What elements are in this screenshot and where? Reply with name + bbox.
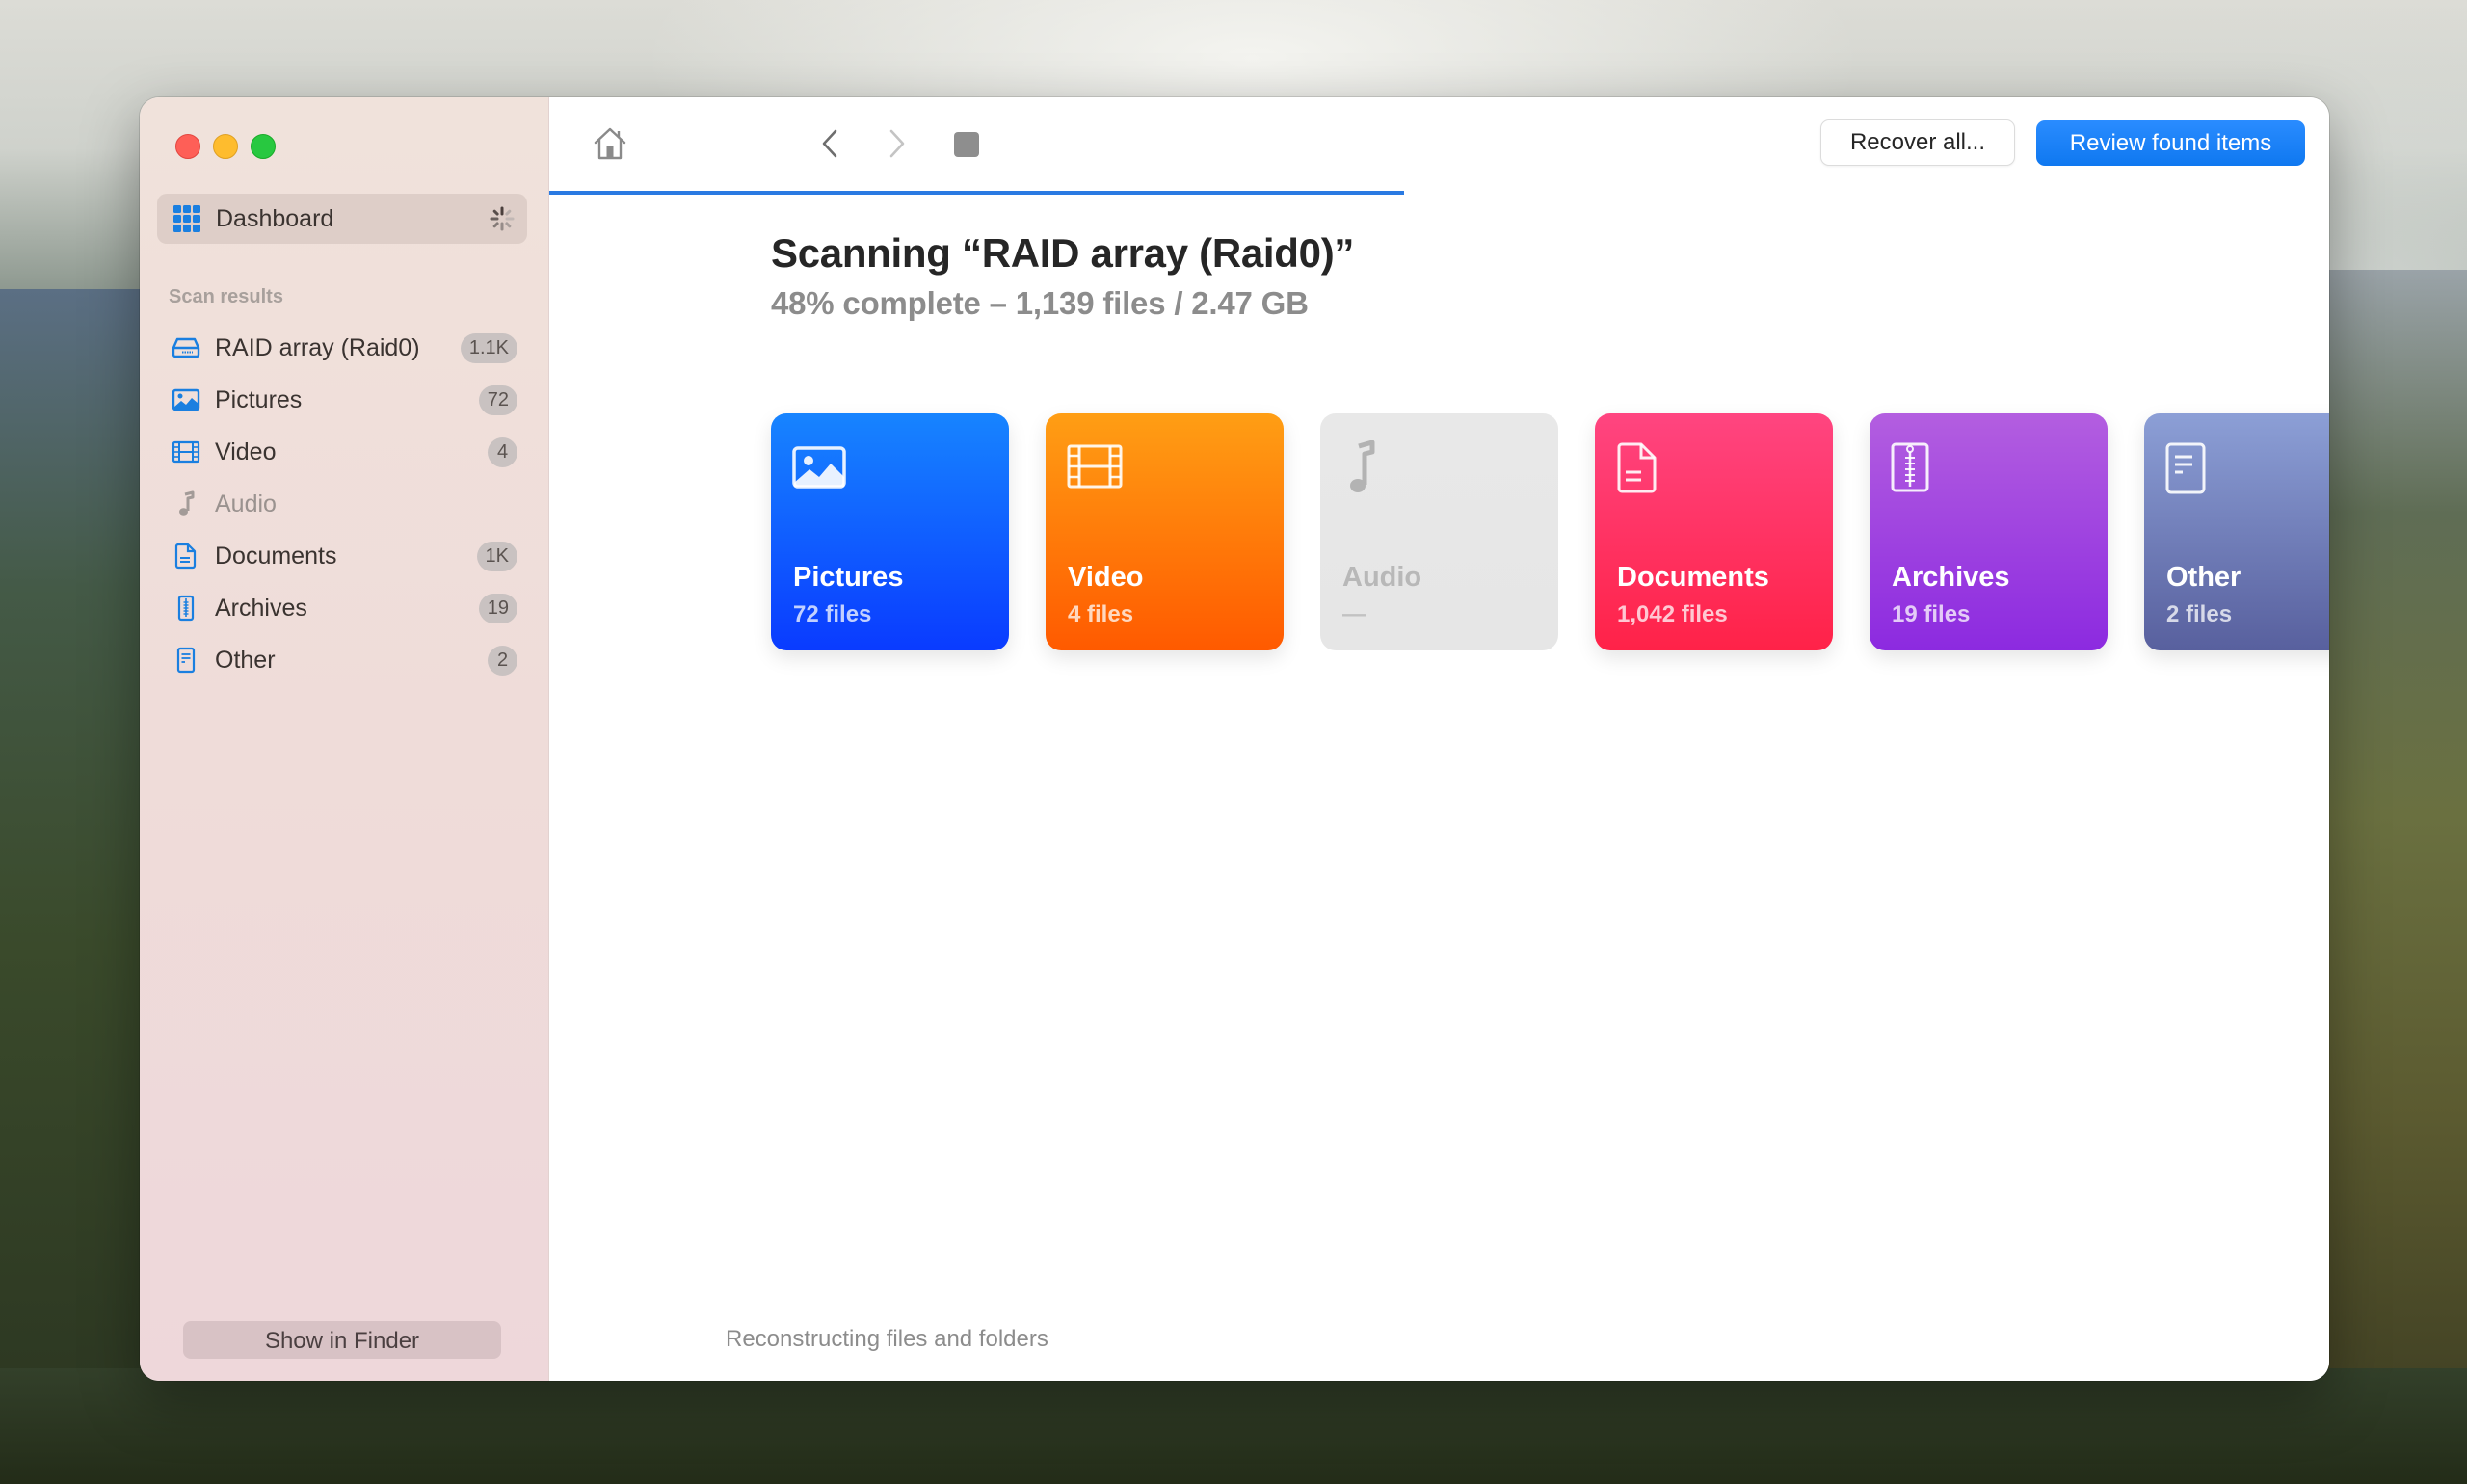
- sidebar-item-audio[interactable]: Audio: [157, 478, 527, 530]
- music-note-icon: [171, 490, 201, 518]
- review-found-items-button[interactable]: Review found items: [2036, 120, 2305, 166]
- forward-chevron-icon[interactable]: [883, 124, 912, 163]
- sidebar-item-label: Documents: [215, 542, 337, 570]
- card-video[interactable]: Video 4 files: [1046, 413, 1284, 650]
- close-window-button[interactable]: [175, 134, 200, 159]
- scan-progress-summary: 48% complete – 1,139 files / 2.47 GB: [771, 285, 1309, 321]
- sidebar-item-video[interactable]: Video 4: [157, 426, 527, 478]
- card-title: Archives: [1892, 562, 2010, 593]
- status-message: Reconstructing files and folders: [726, 1326, 1048, 1352]
- scan-results-list: RAID array (Raid0) 1.1K Pictures 72 Vide…: [157, 322, 527, 686]
- sidebar-item-dashboard[interactable]: Dashboard: [157, 194, 527, 244]
- zip-archive-icon: [1891, 442, 1929, 492]
- card-title: Pictures: [793, 562, 904, 593]
- show-in-finder-button[interactable]: Show in Finder: [183, 1321, 501, 1359]
- card-title: Other: [2166, 562, 2242, 593]
- photo-icon: [171, 385, 201, 414]
- count-badge: 1.1K: [460, 333, 517, 363]
- sidebar-item-pictures[interactable]: Pictures 72: [157, 374, 527, 426]
- sidebar-item-documents[interactable]: Documents 1K: [157, 530, 527, 582]
- card-file-count: 2 files: [2166, 601, 2233, 627]
- category-cards: Pictures 72 files Video 4 files Audio — …: [771, 413, 2329, 650]
- card-archives[interactable]: Archives 19 files: [1870, 413, 2108, 650]
- count-badge: 19: [478, 594, 517, 623]
- card-other[interactable]: Other 2 files: [2144, 413, 2329, 650]
- card-title: Video: [1068, 562, 1144, 593]
- scan-progress-fill: [549, 191, 1404, 195]
- scan-progress-bar: [549, 191, 2329, 195]
- card-pictures[interactable]: Pictures 72 files: [771, 413, 1009, 650]
- sidebar-item-label: Other: [215, 646, 276, 674]
- minimize-window-button[interactable]: [213, 134, 238, 159]
- film-icon: [1067, 444, 1123, 489]
- card-title: Audio: [1342, 562, 1422, 593]
- card-file-count: —: [1342, 601, 1366, 627]
- photo-icon: [792, 446, 846, 489]
- count-badge: 72: [478, 385, 517, 415]
- count-badge: 1K: [476, 542, 517, 571]
- other-file-icon: [2165, 442, 2206, 494]
- count-badge: 2: [488, 646, 517, 676]
- zip-archive-icon: [171, 594, 201, 623]
- sidebar-item-raid-array[interactable]: RAID array (Raid0) 1.1K: [157, 322, 527, 374]
- stop-icon[interactable]: [953, 131, 980, 158]
- film-icon: [171, 437, 201, 466]
- sidebar-item-archives[interactable]: Archives 19: [157, 582, 527, 634]
- wallpaper-bottom: [0, 1368, 2467, 1484]
- card-file-count: 19 files: [1892, 601, 1971, 627]
- drive-icon: [171, 333, 201, 362]
- loading-spinner-icon: [490, 206, 515, 231]
- scan-results-heading: Scan results: [169, 286, 283, 307]
- sidebar-item-label: Audio: [215, 490, 277, 517]
- wallpaper-right: [2313, 270, 2467, 1484]
- zoom-window-button[interactable]: [251, 134, 276, 159]
- document-icon: [171, 542, 201, 570]
- other-file-icon: [171, 646, 201, 675]
- card-file-count: 1,042 files: [1617, 601, 1728, 627]
- sidebar: Dashboard Scan results RAID array (Raid0…: [140, 97, 549, 1381]
- card-title: Documents: [1617, 562, 1769, 593]
- document-icon: [1617, 442, 1657, 493]
- sidebar-item-label: Pictures: [215, 385, 303, 413]
- sidebar-item-label: RAID array (Raid0): [215, 333, 420, 361]
- app-window: Dashboard Scan results RAID array (Raid0…: [140, 97, 2329, 1381]
- main-content: Recover all... Review found items Scanni…: [549, 97, 2329, 1381]
- page-title: Scanning “RAID array (Raid0)”: [771, 230, 1355, 276]
- sidebar-item-label: Dashboard: [216, 204, 334, 232]
- count-badge: 4: [488, 437, 517, 467]
- back-chevron-icon[interactable]: [815, 124, 844, 163]
- card-audio[interactable]: Audio —: [1320, 413, 1558, 650]
- card-file-count: 72 files: [793, 601, 872, 627]
- grid-icon: [173, 205, 200, 232]
- home-icon[interactable]: [591, 124, 629, 163]
- card-file-count: 4 files: [1068, 601, 1134, 627]
- sidebar-item-label: Archives: [215, 594, 307, 622]
- sidebar-item-other[interactable]: Other 2: [157, 634, 527, 686]
- card-documents[interactable]: Documents 1,042 files: [1595, 413, 1833, 650]
- recover-all-button[interactable]: Recover all...: [1820, 119, 2015, 166]
- music-note-icon: [1350, 440, 1375, 492]
- sidebar-item-label: Video: [215, 437, 277, 465]
